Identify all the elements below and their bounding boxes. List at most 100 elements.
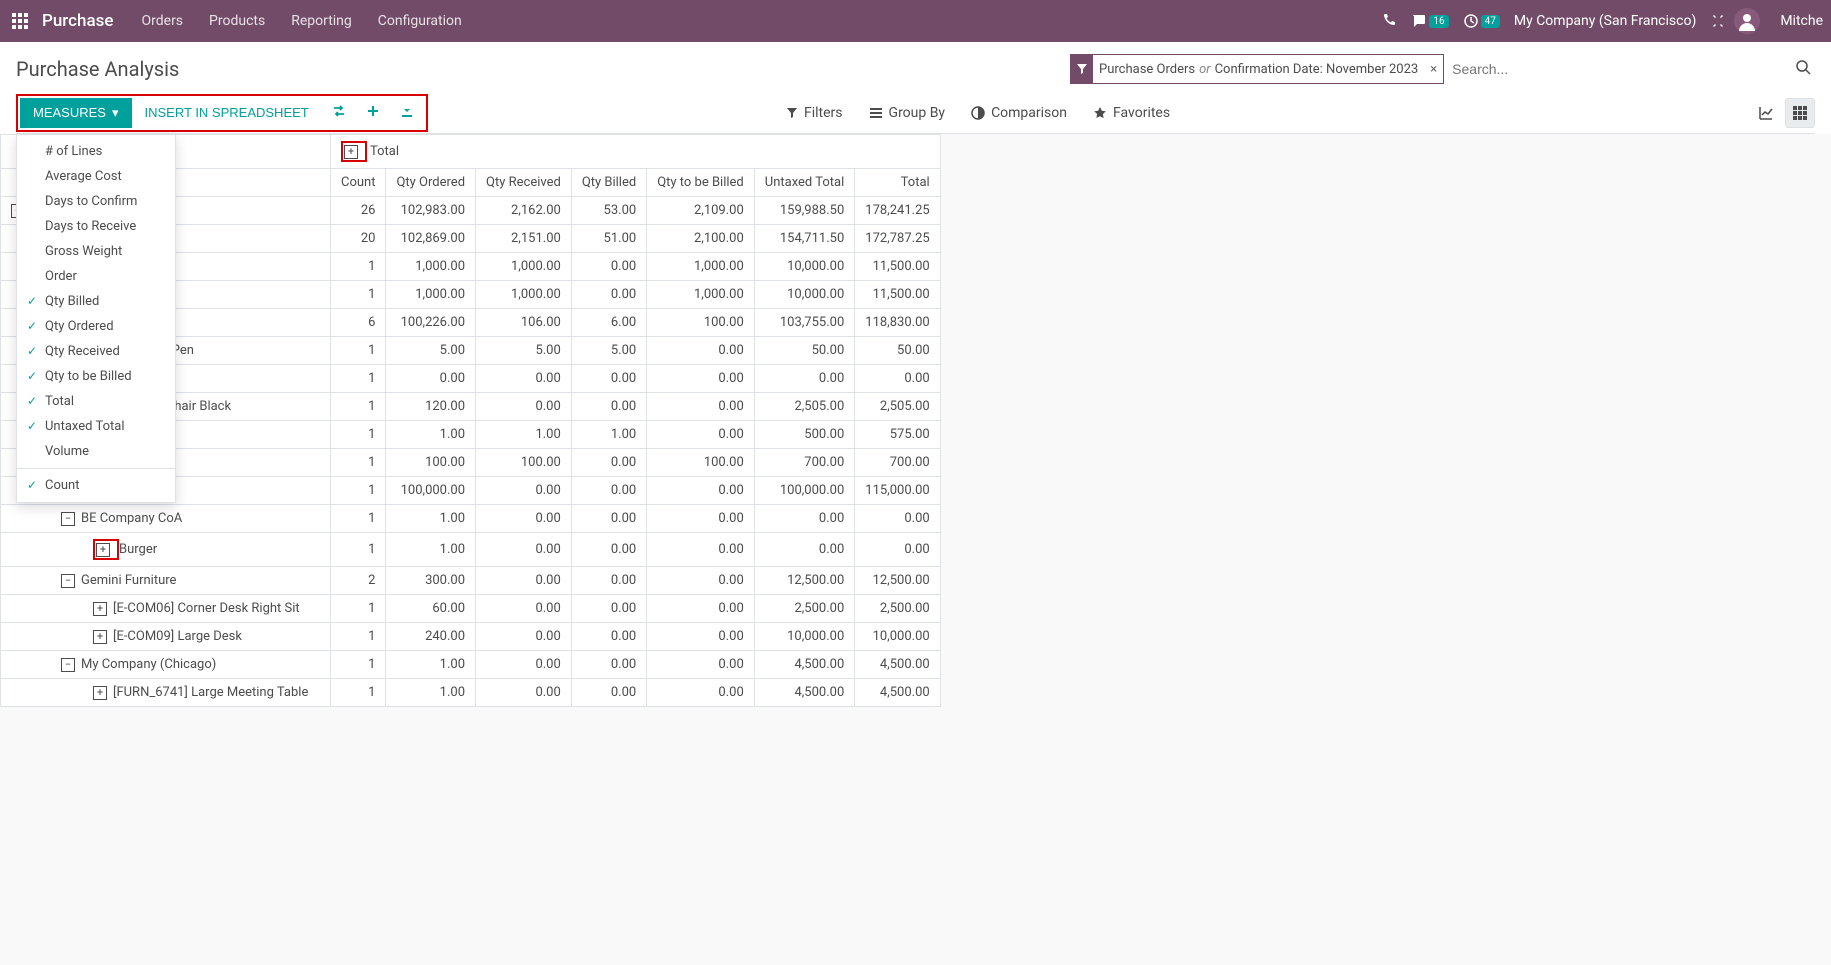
row-header[interactable]: [FURN_6741] Large Meeting Table: [1, 679, 331, 707]
company-selector[interactable]: My Company (San Francisco): [1514, 13, 1696, 29]
menu-orders[interactable]: Orders: [142, 13, 184, 29]
avatar[interactable]: [1734, 8, 1760, 34]
table-row: BE Company CoA11.000.000.000.000.000.00: [1, 505, 941, 533]
cell: 1,000.00: [647, 281, 755, 309]
col-header[interactable]: Count: [331, 169, 386, 197]
cell: 1.00: [476, 421, 572, 449]
col-header[interactable]: Qty Received: [476, 169, 572, 197]
cell: 178,241.25: [855, 197, 940, 225]
row-label: [E-COM06] Corner Desk Right Sit: [113, 601, 300, 616]
expand-col-total[interactable]: [344, 145, 358, 159]
cell: 0.00: [571, 393, 646, 421]
col-header-total[interactable]: Total: [370, 144, 399, 159]
favorites-option[interactable]: Favorites: [1093, 105, 1170, 121]
cell: 5.00: [571, 337, 646, 365]
measures-button[interactable]: MEASURES ▾: [20, 98, 132, 128]
cell: 11,500.00: [855, 281, 940, 309]
search-input[interactable]: [1444, 55, 1791, 83]
cell: 120.00: [386, 393, 476, 421]
measure-option[interactable]: Qty Received: [17, 339, 175, 364]
col-header[interactable]: Untaxed Total: [754, 169, 854, 197]
measure-option[interactable]: Untaxed Total: [17, 414, 175, 439]
measure-option[interactable]: Qty to be Billed: [17, 364, 175, 389]
cell: 100,000.00: [754, 477, 854, 505]
search-icon[interactable]: [1791, 55, 1815, 83]
groupby-option[interactable]: Group By: [869, 105, 946, 121]
row-header[interactable]: [E-COM06] Corner Desk Right Sit: [1, 595, 331, 623]
cell: 2: [331, 567, 386, 595]
cell: 4,500.00: [754, 651, 854, 679]
chevron-down-icon: ▾: [112, 105, 119, 121]
row-header[interactable]: Gemini Furniture: [1, 567, 331, 595]
measure-option[interactable]: Average Cost: [17, 164, 175, 189]
cell: 0.00: [571, 651, 646, 679]
search-facet: Purchase OrdersorConfirmation Date: Nove…: [1070, 54, 1444, 84]
cell: 0.00: [571, 253, 646, 281]
pivot-view-button[interactable]: [1785, 98, 1815, 128]
cell: 0.00: [571, 477, 646, 505]
settings-icon[interactable]: [1710, 13, 1726, 29]
chat-icon[interactable]: 16: [1411, 13, 1448, 29]
cell: 0.00: [571, 679, 646, 707]
expand-all-icon[interactable]: [356, 98, 390, 128]
graph-view-button[interactable]: [1751, 98, 1781, 128]
apps-icon[interactable]: [8, 9, 32, 33]
measure-option[interactable]: Gross Weight: [17, 239, 175, 264]
filters-option[interactable]: Filters: [786, 105, 843, 121]
cell: 0.00: [476, 393, 572, 421]
cell: 1: [331, 449, 386, 477]
clock-icon[interactable]: 47: [1463, 13, 1500, 29]
flip-axis-icon[interactable]: [322, 98, 356, 128]
row-header[interactable]: My Company (Chicago): [1, 651, 331, 679]
cell: 0.00: [647, 679, 755, 707]
comparison-option[interactable]: Comparison: [971, 105, 1067, 121]
expand-row[interactable]: [61, 512, 75, 526]
menu-reporting[interactable]: Reporting: [291, 13, 352, 29]
expand-row[interactable]: [93, 630, 107, 644]
col-header[interactable]: Qty to be Billed: [647, 169, 755, 197]
measure-option[interactable]: Total: [17, 389, 175, 414]
cell: 102,983.00: [386, 197, 476, 225]
row-header[interactable]: Burger: [1, 533, 331, 567]
expand-row[interactable]: [61, 574, 75, 588]
app-brand[interactable]: Purchase: [42, 11, 114, 31]
menu-configuration[interactable]: Configuration: [378, 13, 462, 29]
measure-option[interactable]: Volume: [17, 439, 175, 464]
cell: 1: [331, 477, 386, 505]
expand-row[interactable]: [96, 543, 110, 557]
measure-option[interactable]: Order: [17, 264, 175, 289]
measure-option-count[interactable]: Count: [17, 473, 175, 498]
cell: 0.00: [571, 567, 646, 595]
insert-spreadsheet-button[interactable]: INSERT IN SPREADSHEET: [132, 98, 322, 127]
cell: 0.00: [571, 281, 646, 309]
row-header[interactable]: BE Company CoA: [1, 505, 331, 533]
cell: 0.00: [476, 567, 572, 595]
cell: 0.00: [647, 533, 755, 567]
col-header[interactable]: Qty Billed: [571, 169, 646, 197]
cell: 53.00: [571, 197, 646, 225]
cell: 0.00: [647, 567, 755, 595]
control-panel: Purchase Analysis Purchase OrdersorConfi…: [0, 42, 1831, 134]
col-header[interactable]: Total: [855, 169, 940, 197]
measure-option[interactable]: Qty Billed: [17, 289, 175, 314]
expand-row[interactable]: [93, 602, 107, 616]
row-label: [FURN_6741] Large Meeting Table: [113, 685, 308, 700]
cell: 11,500.00: [855, 253, 940, 281]
phone-icon[interactable]: [1381, 13, 1397, 29]
menu-products[interactable]: Products: [209, 13, 265, 29]
cell: 240.00: [386, 623, 476, 651]
measure-option[interactable]: Days to Confirm: [17, 189, 175, 214]
row-header[interactable]: [E-COM09] Large Desk: [1, 623, 331, 651]
expand-row[interactable]: [61, 658, 75, 672]
measure-option[interactable]: # of Lines: [17, 139, 175, 164]
measure-option[interactable]: Qty Ordered: [17, 314, 175, 339]
cell: 118,830.00: [855, 309, 940, 337]
download-icon[interactable]: [390, 98, 424, 128]
cell: 2,109.00: [647, 197, 755, 225]
expand-row[interactable]: [93, 686, 107, 700]
measure-option[interactable]: Days to Receive: [17, 214, 175, 239]
col-header[interactable]: Qty Ordered: [386, 169, 476, 197]
cell: 0.00: [476, 623, 572, 651]
username[interactable]: Mitche: [1780, 13, 1823, 29]
facet-remove[interactable]: ×: [1424, 62, 1443, 77]
